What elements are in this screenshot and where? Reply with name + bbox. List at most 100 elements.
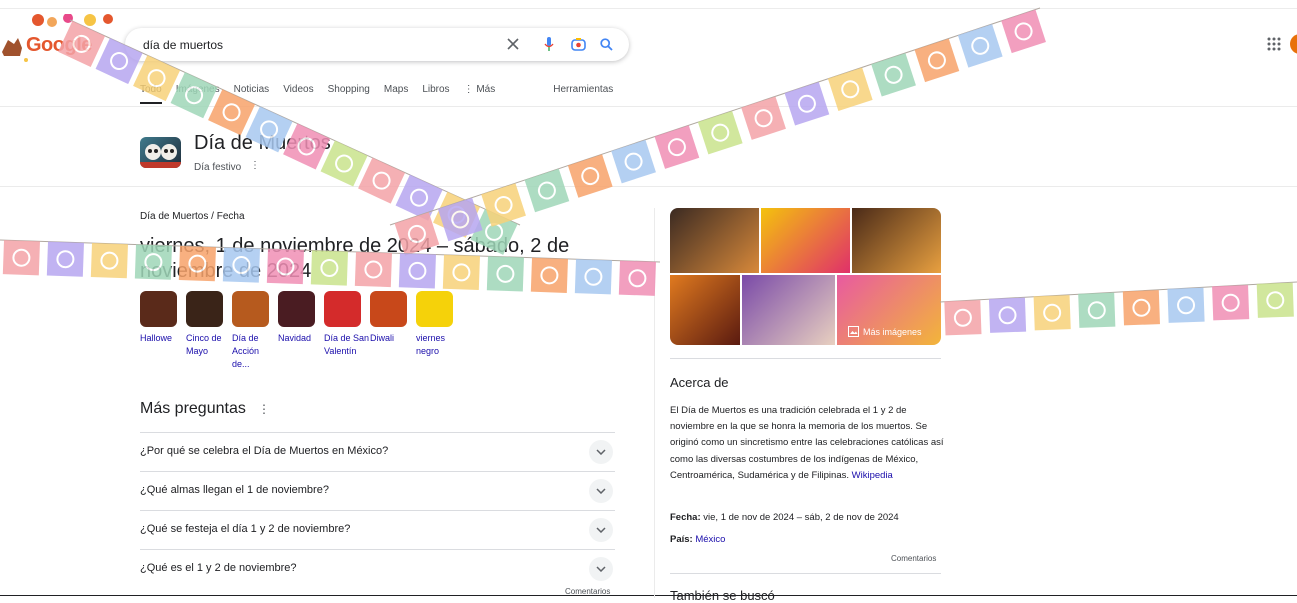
holiday-thumbnail [278,291,315,327]
tab-mas[interactable]: ⋮ Más [464,84,496,104]
avatar[interactable] [1290,34,1297,54]
microphone-icon[interactable] [540,35,558,53]
fact-date: Fecha: vie, 1 de nov de 2024 – sáb, 2 de… [670,512,899,523]
search-box[interactable] [125,28,629,61]
breadcrumb-attribute: Fecha [216,211,245,222]
gallery-image[interactable] [742,275,835,345]
papel-picado-flag [944,300,982,336]
holiday-label: Cinco de Mayo [186,333,222,356]
search-input[interactable] [141,34,485,56]
papel-picado-flag [433,191,481,238]
papel-picado-flag [827,67,873,111]
gallery-image[interactable] [761,208,850,273]
fact-country-link[interactable]: México [695,534,725,545]
entity-divider [0,186,1297,187]
logo-text: Google [26,34,92,56]
tab-shopping[interactable]: Shopping [328,84,370,104]
date-answer: viernes, 1 de noviembre de 2024 – sábado… [140,235,570,282]
holiday-item[interactable]: viernes negro [416,291,462,371]
fact-country: País: México [670,534,725,545]
papel-picado-flag [654,125,700,169]
holiday-item[interactable]: Cinco de Mayo [186,291,232,371]
papel-picado-flag [611,139,656,184]
search-icon[interactable] [597,35,615,53]
panel-divider-line [670,358,941,359]
papel-picado-flag [358,157,406,204]
more-images-button[interactable]: Más imágenes [848,326,922,337]
holiday-item[interactable]: Día de San Valentín [324,291,370,371]
paa-question-text: ¿Qué almas llegan el 1 de noviembre? [140,484,329,496]
papel-picado-flag [395,174,443,221]
tab-maps[interactable]: Maps [384,84,408,104]
papel-picado-flag [784,82,830,126]
papel-picado-flag [1001,9,1046,54]
paa-question-text: ¿Qué es el 1 y 2 de noviembre? [140,562,297,574]
search-tabs: Todo Imágenes Noticias Videos Shopping M… [140,84,627,104]
tab-imagenes[interactable]: Imágenes [176,84,220,104]
paa-list: ¿Por qué se celebra el Día de Muertos en… [140,432,615,588]
holiday-item[interactable]: Diwali [370,291,416,371]
holiday-label: Hallowe [140,333,173,343]
tab-todo[interactable]: Todo [140,84,162,104]
papel-picado-flag [1078,292,1116,328]
paa-question[interactable]: ¿Qué se festeja el día 1 y 2 de noviembr… [140,510,615,549]
papel-picado-flag [1167,287,1205,323]
papel-picado-flag [2,240,40,276]
papel-picado-flag [957,24,1003,68]
paa-more-icon[interactable]: ⋮ [258,402,270,416]
papel-picado-flag [741,96,786,140]
chevron-down-icon[interactable] [589,440,613,464]
panel-divider-line [670,573,941,574]
tab-libros[interactable]: Libros [422,84,449,104]
gallery-image[interactable] [670,208,759,273]
description-text: El Día de Muertos es una tradición celeb… [670,405,944,481]
more-images-label: Más imágenes [863,326,922,337]
holiday-item[interactable]: Navidad [278,291,324,371]
fact-date-label: Fecha: [670,512,701,523]
holiday-label: Día de Acción de... [232,333,260,369]
wikipedia-link[interactable]: Wikipedia [852,470,893,481]
holiday-thumbnail [416,291,453,327]
breadcrumb-entity[interactable]: Día de Muertos [140,211,208,222]
papel-picado-flag [1212,285,1250,321]
paa-question[interactable]: ¿Qué almas llegan el 1 de noviembre? [140,471,615,510]
more-options-icon[interactable]: ⋮ [250,160,260,171]
chevron-down-icon[interactable] [589,479,613,503]
breadcrumb: Día de Muertos / Fecha [140,211,245,222]
gallery-image[interactable] [670,275,740,345]
google-doodle-logo[interactable]: Google [0,13,135,66]
fact-date-value: vie, 1 de nov de 2024 – sáb, 2 de nov de… [703,512,899,523]
fact-country-label: País: [670,534,693,545]
top-divider [0,8,1297,9]
papel-picado-flag [1033,295,1071,331]
holiday-item[interactable]: Día de Acción de... [232,291,278,371]
entity-thumbnail[interactable] [140,137,181,168]
apps-grid-icon[interactable] [1267,37,1281,51]
papel-picado-flag [1256,282,1294,318]
image-gallery[interactable] [670,208,941,345]
papel-picado-flag [46,241,84,277]
papel-picado-flag [697,110,743,155]
holiday-item[interactable]: Hallowe [140,291,186,371]
chevron-down-icon[interactable] [589,518,613,542]
tab-noticias[interactable]: Noticias [234,84,270,104]
tab-videos[interactable]: Videos [283,84,313,104]
paa-question[interactable]: ¿Por qué se celebra el Día de Muertos en… [140,432,615,471]
panel-feedback-link[interactable]: Comentarios [891,554,936,563]
papel-picado-flag [567,154,613,198]
holiday-thumbnail [370,291,407,327]
chevron-down-icon[interactable] [589,557,613,581]
holiday-thumbnail [140,291,177,327]
papel-picado-flag [871,53,916,97]
holiday-label: Navidad [278,333,312,343]
related-holidays: Hallowe Cinco de Mayo Día de Acción de..… [140,291,462,371]
holiday-thumbnail [232,291,269,327]
tab-herramientas[interactable]: Herramientas [553,84,613,104]
lens-camera-icon[interactable] [569,35,587,53]
holiday-label: Día de San Valentín [324,333,370,356]
gallery-image[interactable] [852,208,941,273]
paa-question[interactable]: ¿Qué es el 1 y 2 de noviembre? [140,549,615,588]
papel-picado-flag [524,168,570,213]
clear-icon[interactable] [504,35,522,53]
panel-divider [654,208,655,598]
